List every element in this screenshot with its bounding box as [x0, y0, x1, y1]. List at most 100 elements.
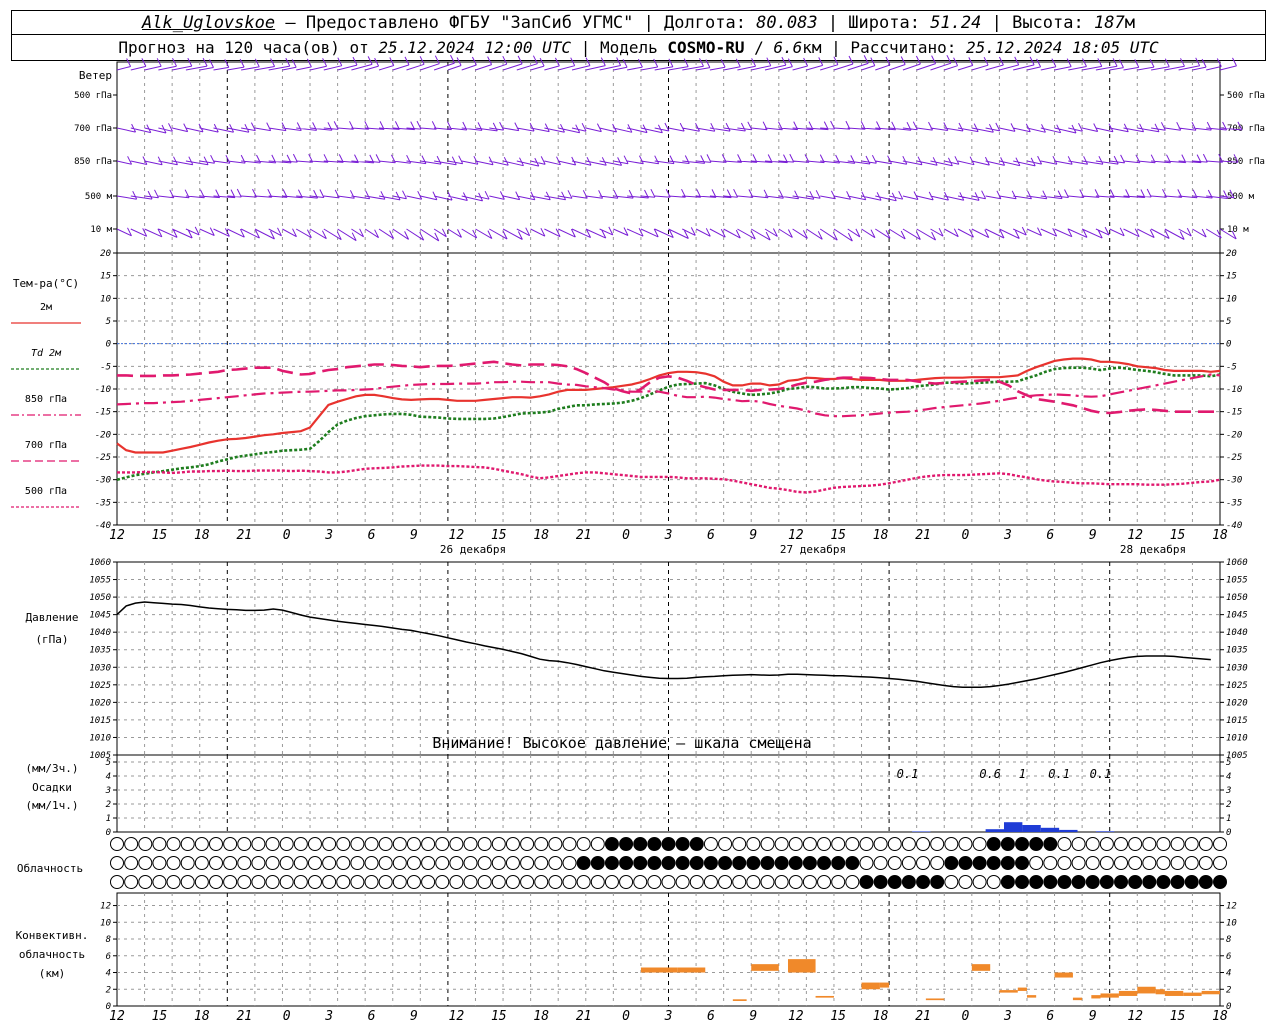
cloud-symbol — [110, 837, 124, 851]
cloud-symbol — [817, 856, 832, 870]
pressure-tick-label-right: 1025 — [1226, 681, 1248, 691]
cloud-symbol — [194, 875, 209, 889]
temp-legend-label: 500 гПа — [25, 486, 67, 497]
cloud-symbol — [463, 875, 478, 889]
temp-tick-label-right: -15 — [1226, 408, 1242, 418]
cloud-symbol — [746, 856, 761, 870]
cloud-symbol — [901, 856, 916, 870]
cloud-symbol — [633, 837, 648, 851]
cloud-symbol — [930, 837, 945, 851]
day-label: 28 декабря — [1120, 543, 1186, 556]
precip-bar — [912, 831, 931, 832]
cloud-symbol — [124, 837, 139, 851]
cloud-symbol — [562, 837, 577, 851]
cloud-symbol — [1128, 875, 1143, 889]
cloud-symbol — [548, 837, 563, 851]
cloud-symbol — [477, 856, 492, 870]
conv-tick-label-right: 12 — [1226, 902, 1237, 912]
cloud-symbol — [930, 875, 945, 889]
temp-tick-label-left: 10 — [100, 294, 111, 304]
hour-label-bottom: 21 — [236, 1009, 252, 1024]
cloud-symbol — [1114, 856, 1129, 870]
cloud-symbol — [958, 837, 973, 851]
cloud-symbol — [944, 837, 959, 851]
cloud-symbol — [505, 837, 520, 851]
hour-label-bottom: 9 — [749, 1009, 757, 1024]
precip-tick-label-left: 1 — [106, 814, 111, 824]
conv-bar — [1026, 995, 1037, 998]
cloud-symbol — [774, 837, 789, 851]
conv-tick-label-right: 8 — [1226, 935, 1231, 945]
cloud-symbol — [661, 856, 676, 870]
temp-tick-label-right: 10 — [1226, 294, 1237, 304]
cloud-symbol — [661, 837, 676, 851]
cloud-symbol — [124, 875, 139, 889]
conv-bar — [1183, 992, 1202, 996]
cloud-symbol — [732, 875, 747, 889]
cloud-symbol — [972, 837, 987, 851]
cloud-symbol — [364, 856, 379, 870]
precip-bar — [1059, 829, 1078, 832]
hour-label-top: 0 — [283, 528, 291, 543]
temp-tick-label-left: 0 — [106, 340, 111, 350]
pressure-tick-label-right: 1040 — [1226, 628, 1248, 638]
conv-tick-label-left: 12 — [100, 902, 111, 912]
cloud-symbol — [548, 875, 563, 889]
cloud-symbol — [180, 837, 195, 851]
conv-bar — [1118, 990, 1138, 996]
precip-tick-label-right: 3 — [1225, 786, 1231, 796]
cloud-symbol — [237, 875, 252, 889]
temp-tick-label-right: 5 — [1226, 317, 1231, 327]
hour-label-top: 21 — [236, 528, 252, 543]
cloud-symbol — [718, 875, 733, 889]
cloud-symbol — [788, 875, 803, 889]
cloud-symbol — [251, 837, 266, 851]
cloud-symbol — [873, 875, 888, 889]
day-label: 26 декабря — [440, 543, 506, 556]
pressure-tick-label-left: 1040 — [89, 628, 111, 638]
precip-label: 0.1 — [1090, 767, 1112, 781]
hour-label-top: 6 — [1046, 528, 1054, 543]
precip-unit-3h: (мм/3ч.) — [26, 762, 79, 775]
cloud-symbol — [1142, 856, 1157, 870]
hour-label-bottom: 15 — [152, 1009, 168, 1024]
temp-tick-label-left: -10 — [95, 385, 111, 395]
cloud-symbol — [166, 875, 181, 889]
temp-tick-label-right: 20 — [1226, 249, 1237, 259]
cloud-symbol — [675, 837, 690, 851]
cloud-symbol — [859, 837, 874, 851]
conv-bar — [1201, 990, 1220, 995]
conv-bar — [1072, 997, 1083, 1001]
temp-tick-label-right: 0 — [1226, 340, 1231, 350]
cloud-symbol — [1128, 856, 1143, 870]
pressure-tick-label-right: 1055 — [1226, 576, 1248, 586]
hour-label-bottom: 9 — [1089, 1009, 1097, 1024]
hour-label-top: 12 — [788, 528, 804, 543]
hour-label-top: 15 — [830, 528, 846, 543]
hour-label-bottom: 12 — [788, 1009, 804, 1024]
hour-label-bottom: 18 — [1212, 1009, 1228, 1024]
cloud-symbol — [760, 837, 775, 851]
pressure-tick-label-left: 1010 — [89, 733, 111, 743]
conv-bar — [971, 964, 991, 971]
hour-label-top: 9 — [749, 528, 757, 543]
cloud-symbol — [223, 875, 238, 889]
hour-label-bottom: 0 — [622, 1009, 630, 1024]
cloud-symbol — [491, 875, 506, 889]
cloud-symbol — [718, 856, 733, 870]
cloud-symbol — [916, 875, 931, 889]
wind-barbs-row — [116, 188, 1235, 202]
precip-title: Осадки — [32, 781, 72, 794]
cloud-symbol — [576, 875, 591, 889]
hour-label-bottom: 21 — [576, 1009, 592, 1024]
cloud-symbol — [180, 856, 195, 870]
cloud-symbol — [1071, 875, 1086, 889]
cloud-symbol — [1198, 837, 1213, 851]
cloud-symbol — [887, 837, 902, 851]
cloud-symbol — [1099, 875, 1114, 889]
cloud-symbol — [788, 837, 803, 851]
cloud-symbol — [901, 875, 916, 889]
hour-label-bottom: 18 — [873, 1009, 889, 1024]
cloud-symbol — [760, 875, 775, 889]
cloud-symbol — [336, 856, 351, 870]
